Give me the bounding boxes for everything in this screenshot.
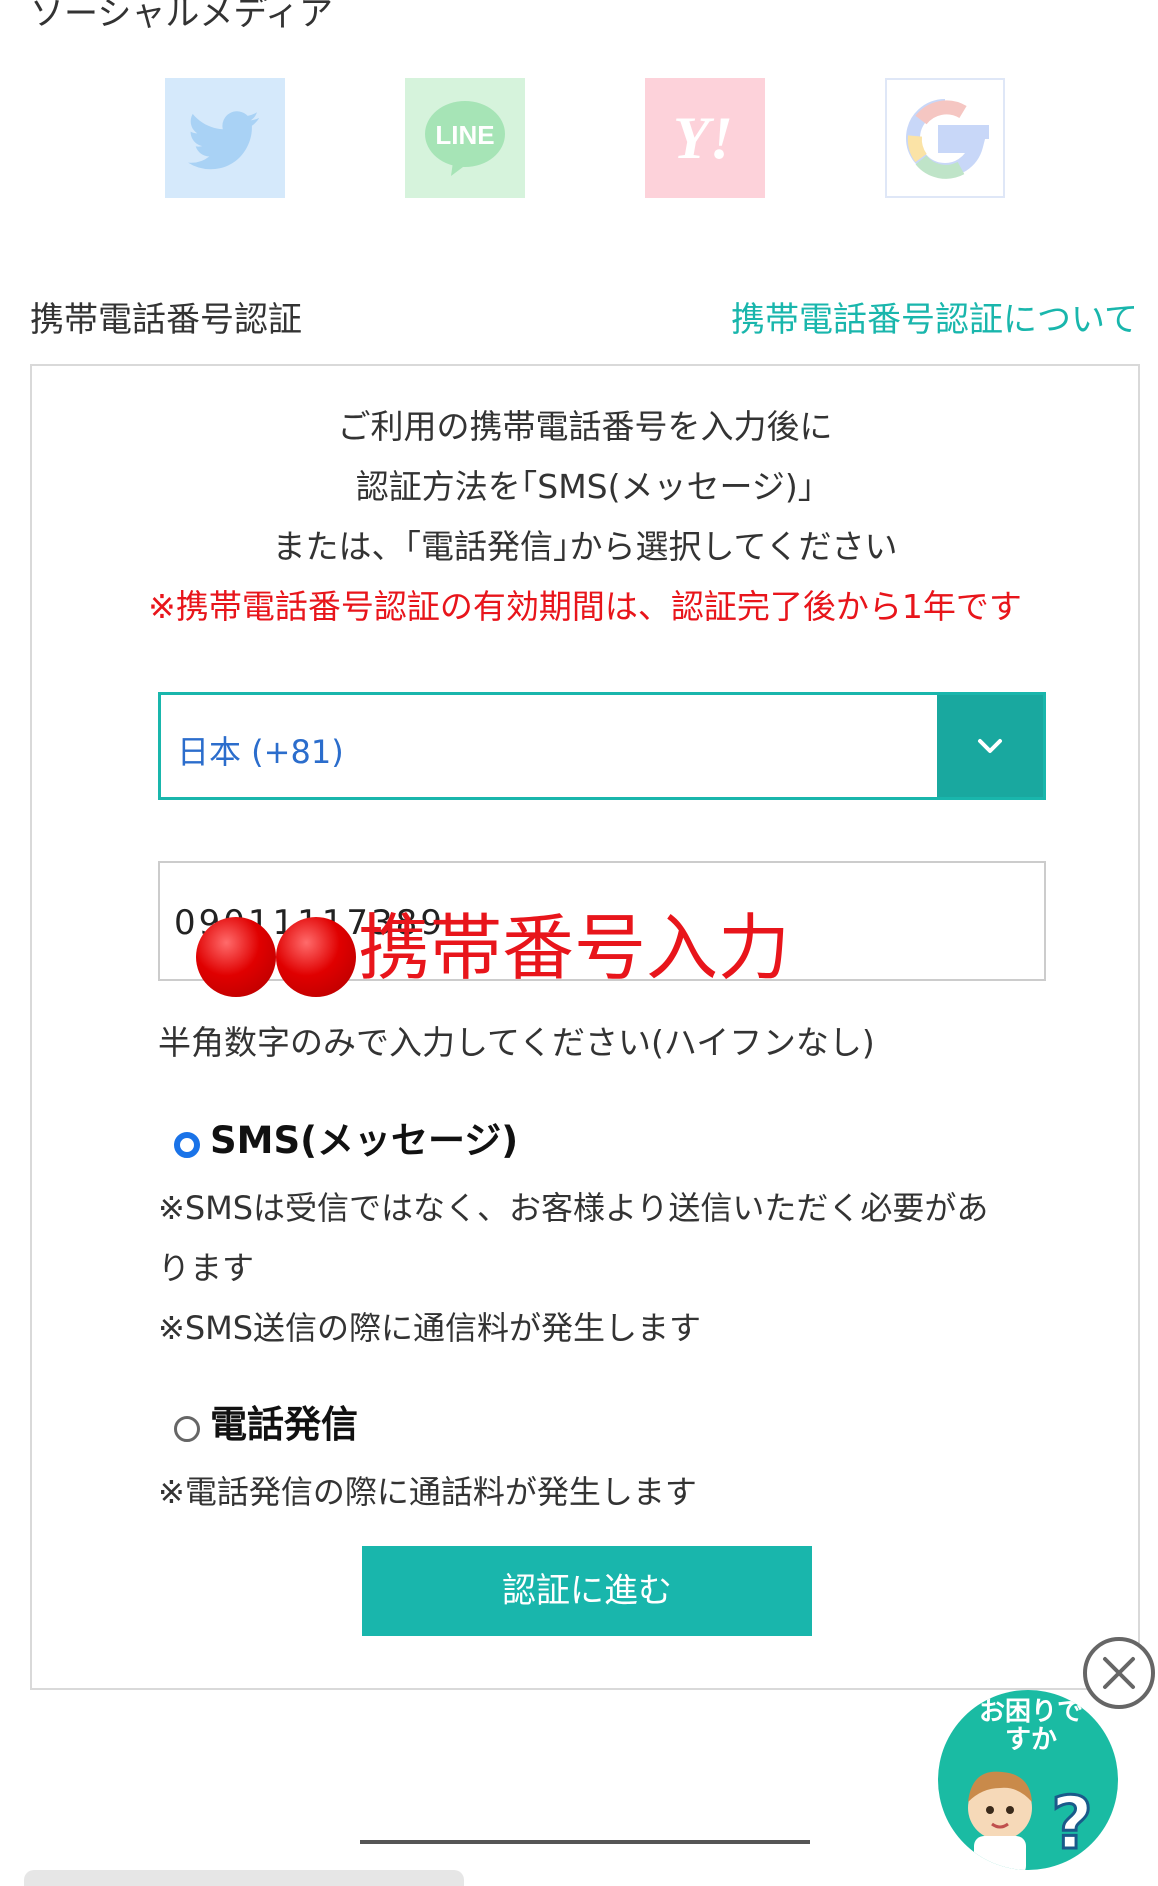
phone-number-input[interactable]: 09011117389 携帯番号入力 [158,861,1046,997]
sms-note-1: ※SMSは受信ではなく、お客様より送信いただく必要があります [158,1189,989,1287]
country-code-select[interactable]: 日本 (+81) [158,692,1046,800]
line-icon: LINE [425,101,505,176]
select-toggle[interactable] [937,695,1043,797]
phone-annotation-overlay: 携帯番号入力 [358,906,791,990]
social-login-row: LINE Y! [0,78,1158,200]
help-question-mark: ? [1051,1781,1093,1865]
twitter-login-button[interactable] [165,78,285,198]
chevron-down-icon [978,739,1002,753]
page: ソーシャルメディア LINE Y! 携帯電話番号認証 携帯電話番号認証について … [0,0,1158,1886]
tel-radio[interactable] [174,1416,200,1442]
red-circle-icon [276,917,356,997]
help-widget[interactable]: お困りですか ? [938,1690,1118,1870]
tel-note: ※電話発信の際に通話料が発生します [158,1473,697,1511]
yahoo-icon-label: Y! [673,105,733,171]
country-code-value: 日本 (+81) [177,733,344,771]
yahoo-icon: Y! [673,105,733,171]
phone-auth-card: ご利用の携帯電話番号を入力後に 認証方法を｢SMS(メッセージ)｣ または、｢電… [30,364,1140,1690]
red-circle-icon [196,917,276,997]
social-media-title: ソーシャルメディア [30,0,333,34]
close-help-button[interactable] [1080,1634,1158,1712]
phone-auth-title: 携帯電話番号認証 [30,300,302,340]
instruction-line-3: または、｢電話発信｣から選択してください [272,527,898,566]
instruction-line-2: 認証方法を｢SMS(メッセージ)｣ [355,467,815,506]
phone-input-hint: 半角数字のみで入力してください(ハイフンなし) [158,1023,875,1062]
tel-option-label[interactable]: 電話発信 [210,1394,358,1448]
sms-option-label[interactable]: SMS(メッセージ) [210,1110,518,1164]
line-login-button[interactable]: LINE [405,78,525,198]
google-icon [906,99,989,179]
instruction-line-1: ご利用の携帯電話番号を入力後に [337,407,833,446]
twitter-icon [188,111,259,170]
bottom-placeholder [24,1870,464,1886]
sms-notes: ※SMSは受信ではなく、お客様より送信いただく必要があります ※SMS送信の際に… [158,1178,1018,1358]
proceed-auth-button[interactable]: 認証に進む [362,1546,812,1636]
phone-auth-about-link[interactable]: 携帯電話番号認証について [731,292,1138,341]
help-character-icon: ? [968,1771,1094,1870]
yahoo-login-button[interactable]: Y! [645,78,765,198]
bottom-divider [360,1840,810,1844]
line-icon-label: LINE [435,120,494,150]
validity-warning: ※携帯電話番号認証の有効期間は、認証完了後から1年です [148,587,1022,626]
close-icon [1083,1637,1155,1709]
google-login-button[interactable] [885,78,1005,198]
sms-radio[interactable] [174,1132,200,1158]
sms-note-2: ※SMS送信の際に通信料が発生します [158,1309,702,1347]
